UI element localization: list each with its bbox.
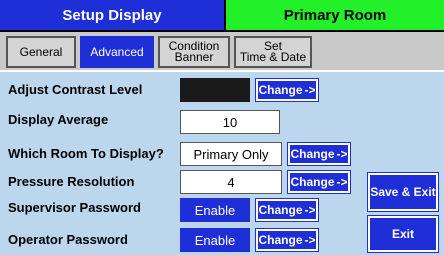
supervisor-change-button[interactable]: Change -> <box>255 198 319 222</box>
display-average-field[interactable]: 10 <box>180 110 280 134</box>
pressure-resolution-field[interactable]: 4 <box>180 170 282 194</box>
room-change-button[interactable]: Change -> <box>287 142 351 166</box>
room-banner: Primary Room <box>224 0 444 32</box>
operator-change-button[interactable]: Change -> <box>255 228 319 252</box>
change-label: Change <box>258 203 303 217</box>
tab-set-time-date[interactable]: Set Time & Date <box>234 36 312 68</box>
supervisor-password-label: Supervisor Password <box>8 200 141 215</box>
change-label: Change <box>258 83 303 97</box>
pressure-resolution-label: Pressure Resolution <box>8 174 135 189</box>
exit-button[interactable]: Exit <box>367 215 439 253</box>
tab-label: General <box>19 44 63 59</box>
page-title: Setup Display <box>0 0 224 32</box>
arrow-right-icon: -> <box>336 175 348 189</box>
change-label: Change <box>290 175 335 189</box>
operator-password-status: Enable <box>180 228 250 252</box>
arrow-right-icon: -> <box>304 233 316 247</box>
supervisor-password-status: Enable <box>180 198 250 222</box>
contrast-label: Adjust Contrast Level <box>8 82 143 97</box>
contrast-swatch <box>180 78 250 102</box>
tab-label: Advanced <box>90 44 144 59</box>
pressure-change-button[interactable]: Change -> <box>287 170 351 194</box>
room-display-label: Which Room To Display? <box>8 146 164 161</box>
room-display-value: Primary Only <box>180 142 282 166</box>
change-label: Change <box>258 233 303 247</box>
save-exit-button[interactable]: Save & Exit <box>367 172 439 212</box>
arrow-right-icon: -> <box>304 83 316 97</box>
tab-advanced[interactable]: Advanced <box>80 36 154 68</box>
tab-general[interactable]: General <box>6 36 76 68</box>
tab-label: Condition Banner <box>168 39 220 64</box>
operator-password-label: Operator Password <box>8 232 128 247</box>
change-label: Change <box>290 147 335 161</box>
tab-condition-banner[interactable]: Condition Banner <box>158 36 230 68</box>
display-average-label: Display Average <box>8 112 109 127</box>
arrow-right-icon: -> <box>336 147 348 161</box>
tab-label: Set Time & Date <box>239 39 307 64</box>
contrast-change-button[interactable]: Change -> <box>255 78 319 102</box>
arrow-right-icon: -> <box>304 203 316 217</box>
